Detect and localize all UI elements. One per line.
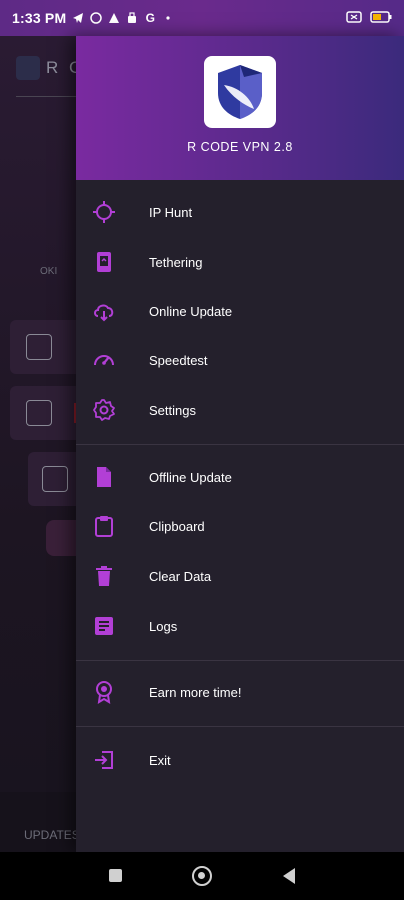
shopping-bag-icon (126, 12, 138, 24)
menu-item-label: Logs (149, 618, 178, 634)
exit-icon (92, 748, 116, 772)
notes-icon (92, 614, 116, 638)
menu-item-label: Exit (149, 752, 171, 768)
app-logo (204, 56, 276, 128)
g-icon: G (145, 11, 155, 25)
menu-divider (76, 444, 404, 445)
warning-icon (108, 12, 120, 24)
menu-item-settings[interactable]: Settings (76, 390, 404, 430)
menu-item-clipboard[interactable]: Clipboard (76, 506, 404, 546)
location-icon (26, 334, 52, 360)
navigation-drawer: R CODE VPN 2.8 IP Hunt Tethering Online … (76, 36, 404, 852)
recents-button[interactable] (109, 869, 122, 882)
menu-item-logs[interactable]: Logs (76, 606, 404, 646)
crosshair-icon (92, 200, 116, 224)
menu-item-label: Offline Update (149, 469, 232, 485)
menu-item-label: Clipboard (149, 518, 205, 534)
background-ok-label: OKI (40, 266, 58, 277)
drawer-header: R CODE VPN 2.8 (76, 36, 404, 180)
app-logo-small (16, 56, 40, 80)
messenger-icon (90, 12, 103, 24)
menu-item-label: Settings (149, 402, 196, 418)
cloud-download-icon (92, 299, 116, 323)
signal-icon (26, 400, 52, 426)
clipboard-icon (92, 514, 116, 538)
menu-item-speedtest[interactable]: Speedtest (76, 340, 404, 380)
menu-item-earn-more-time[interactable]: Earn more time! (76, 672, 404, 712)
menu-item-label: Speedtest (149, 352, 208, 368)
updates-tab-label: UPDATES (24, 828, 80, 842)
gear-icon (92, 398, 116, 422)
phone-icon (92, 250, 116, 274)
telegram-icon (72, 12, 84, 24)
menu-item-tethering[interactable]: Tethering (76, 242, 404, 282)
menu-divider (76, 660, 404, 661)
menu-item-label: Tethering (149, 254, 203, 270)
menu-item-label: Clear Data (149, 568, 212, 584)
menu-item-ip-hunt[interactable]: IP Hunt (76, 192, 404, 232)
notification-icons: G (72, 11, 174, 25)
speedometer-icon (92, 348, 116, 372)
menu-item-exit[interactable]: Exit (76, 740, 404, 780)
trash-icon (92, 564, 116, 588)
status-bar: 1:33 PM G (0, 0, 404, 36)
back-button[interactable] (283, 868, 295, 884)
app-name: R CODE VPN 2.8 (187, 140, 293, 154)
menu-item-label: IP Hunt (149, 204, 193, 220)
menu-divider (76, 726, 404, 727)
background-divider (16, 96, 76, 97)
menu-item-online-update[interactable]: Online Update (76, 291, 404, 331)
menu-item-clear-data[interactable]: Clear Data (76, 556, 404, 596)
file-icon (92, 465, 116, 489)
menu-item-label: Earn more time! (149, 684, 242, 700)
battery-icon (370, 10, 392, 26)
shield-logo-icon (218, 65, 262, 119)
award-icon (92, 680, 116, 704)
screen-record-icon (346, 10, 362, 26)
menu-item-offline-update[interactable]: Offline Update (76, 457, 404, 497)
dot-icon (162, 12, 174, 24)
system-nav-bar (0, 852, 404, 900)
status-time: 1:33 PM (12, 10, 67, 26)
home-button[interactable] (192, 866, 212, 886)
menu-item-label: Online Update (149, 303, 233, 319)
timer-icon (42, 466, 68, 492)
